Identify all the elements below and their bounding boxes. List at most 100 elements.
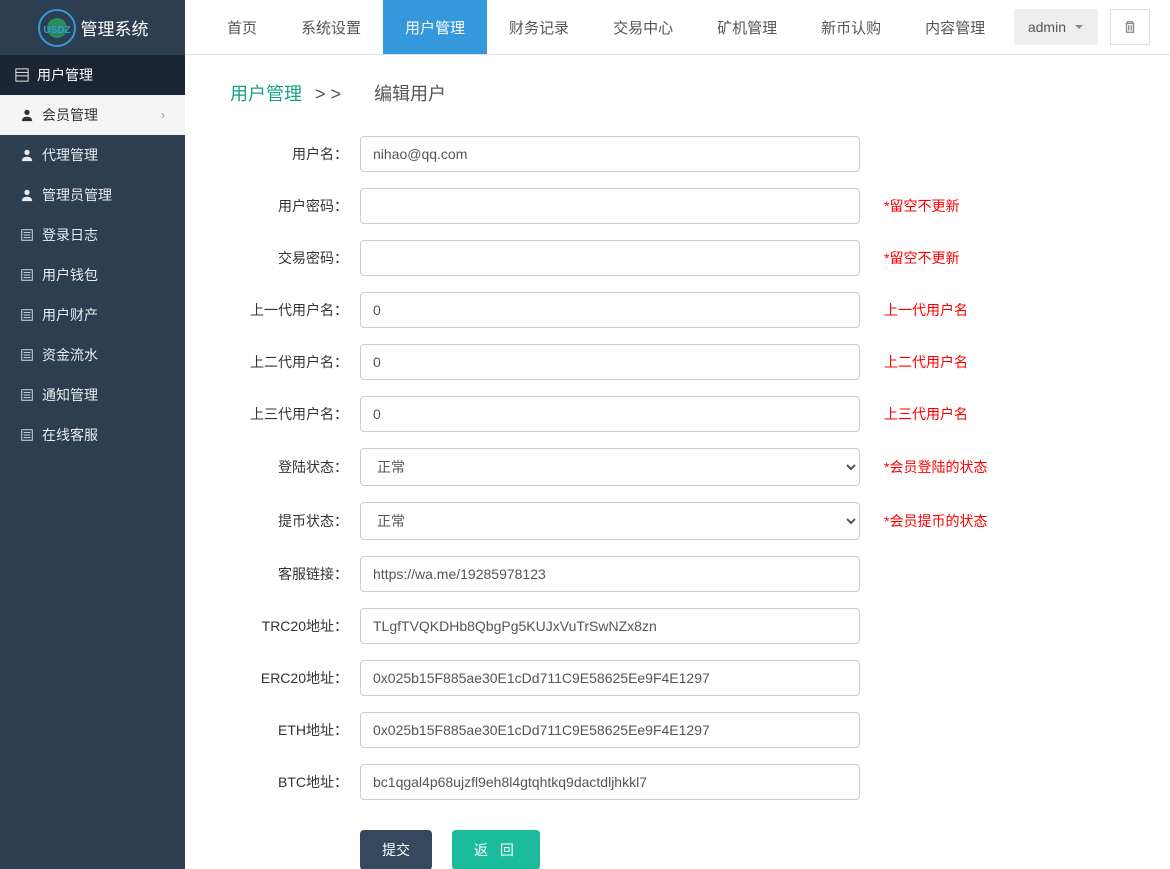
eth-input[interactable] <box>360 712 860 748</box>
edit-user-form: 用户名： 用户密码： *留空不更新 交易密码： *留空不更新 上一代用户名： 上… <box>230 136 1125 869</box>
nav-miner-manage[interactable]: 矿机管理 <box>695 0 799 54</box>
nav-label: 首页 <box>227 17 257 38</box>
list-icon <box>20 308 34 322</box>
sidebar-menu: 会员管理 › 代理管理 管理员管理 登录日志 用户钱包 用户财产 <box>0 95 185 455</box>
nav-label: 财务记录 <box>509 17 569 38</box>
password-hint: *留空不更新 <box>884 196 959 216</box>
admin-dropdown[interactable]: admin <box>1014 9 1098 45</box>
trash-icon <box>1123 20 1137 34</box>
trc20-label: TRC20地址： <box>230 616 360 636</box>
sidebar: USDZ 管理系统 用户管理 会员管理 › 代理管理 <box>0 0 185 869</box>
login-status-label: 登陆状态： <box>230 457 360 477</box>
list-icon <box>20 428 34 442</box>
trade-password-hint: *留空不更新 <box>884 248 959 268</box>
parent1-hint: 上一代用户名 <box>884 300 968 320</box>
sidebar-item-label: 用户钱包 <box>42 265 98 285</box>
menu-icon <box>15 68 29 82</box>
nav-label: 系统设置 <box>301 17 361 38</box>
list-icon <box>20 388 34 402</box>
logo-text: 管理系统 <box>81 15 149 40</box>
nav-label: 用户管理 <box>405 17 465 38</box>
logo-icon: USDZ <box>37 8 77 48</box>
trash-button[interactable] <box>1110 9 1150 45</box>
withdraw-status-select[interactable]: 正常 <box>360 502 860 540</box>
sidebar-item-user-wallet[interactable]: 用户钱包 <box>0 255 185 295</box>
breadcrumb-current: 编辑用户 <box>374 84 446 104</box>
sidebar-header: 用户管理 <box>0 55 185 95</box>
btc-label: BTC地址： <box>230 772 360 792</box>
user-icon <box>20 148 34 162</box>
sidebar-item-login-log[interactable]: 登录日志 <box>0 215 185 255</box>
sidebar-item-fund-flow[interactable]: 资金流水 <box>0 335 185 375</box>
nav-user-manage[interactable]: 用户管理 <box>383 0 487 54</box>
parent1-label: 上一代用户名： <box>230 300 360 320</box>
list-icon <box>20 348 34 362</box>
content: 用户管理 > > 编辑用户 用户名： 用户密码： *留空不更新 交易密码： <box>185 55 1170 869</box>
sidebar-item-label: 在线客服 <box>42 425 98 445</box>
nav-trade-center[interactable]: 交易中心 <box>591 0 695 54</box>
caret-down-icon <box>1074 22 1084 32</box>
list-icon <box>20 228 34 242</box>
nav-label: 矿机管理 <box>717 17 777 38</box>
sidebar-item-agent-manage[interactable]: 代理管理 <box>0 135 185 175</box>
admin-label: admin <box>1028 19 1066 35</box>
sidebar-item-member-manage[interactable]: 会员管理 › <box>0 95 185 135</box>
breadcrumb: 用户管理 > > 编辑用户 <box>230 80 1125 106</box>
breadcrumb-sep: > > <box>315 84 341 104</box>
sidebar-item-user-assets[interactable]: 用户财产 <box>0 295 185 335</box>
sidebar-item-label: 通知管理 <box>42 385 98 405</box>
sidebar-item-label: 用户财产 <box>42 305 98 325</box>
user-icon <box>20 108 34 122</box>
password-input[interactable] <box>360 188 860 224</box>
login-status-hint: *会员登陆的状态 <box>884 457 987 477</box>
password-label: 用户密码： <box>230 196 360 216</box>
trc20-input[interactable] <box>360 608 860 644</box>
nav-label: 内容管理 <box>925 17 985 38</box>
erc20-input[interactable] <box>360 660 860 696</box>
nav-finance-record[interactable]: 财务记录 <box>487 0 591 54</box>
main-area: 首页 系统设置 用户管理 财务记录 交易中心 矿机管理 新币认购 内容管理 ad… <box>185 0 1170 869</box>
parent2-hint: 上二代用户名 <box>884 352 968 372</box>
nav-items: 首页 系统设置 用户管理 财务记录 交易中心 矿机管理 新币认购 内容管理 <box>205 0 1007 54</box>
breadcrumb-link[interactable]: 用户管理 <box>230 84 302 104</box>
eth-label: ETH地址： <box>230 720 360 740</box>
withdraw-status-hint: *会员提币的状态 <box>884 511 987 531</box>
btc-input[interactable] <box>360 764 860 800</box>
service-link-label: 客服链接： <box>230 564 360 584</box>
trade-password-label: 交易密码： <box>230 248 360 268</box>
user-icon <box>20 188 34 202</box>
service-link-input[interactable] <box>360 556 860 592</box>
sidebar-header-label: 用户管理 <box>37 65 93 85</box>
back-button[interactable]: 返 回 <box>452 830 540 869</box>
chevron-right-icon: › <box>161 108 165 122</box>
username-label: 用户名： <box>230 144 360 164</box>
sidebar-item-label: 资金流水 <box>42 345 98 365</box>
nav-content-manage[interactable]: 内容管理 <box>903 0 1007 54</box>
trade-password-input[interactable] <box>360 240 860 276</box>
login-status-select[interactable]: 正常 <box>360 448 860 486</box>
erc20-label: ERC20地址： <box>230 668 360 688</box>
parent1-input[interactable] <box>360 292 860 328</box>
sidebar-item-label: 登录日志 <box>42 225 98 245</box>
parent2-input[interactable] <box>360 344 860 380</box>
nav-system-settings[interactable]: 系统设置 <box>279 0 383 54</box>
nav-home[interactable]: 首页 <box>205 0 279 54</box>
sidebar-item-label: 代理管理 <box>42 145 98 165</box>
topnav: 首页 系统设置 用户管理 财务记录 交易中心 矿机管理 新币认购 内容管理 ad… <box>185 0 1170 55</box>
parent2-label: 上二代用户名： <box>230 352 360 372</box>
sidebar-item-admin-manage[interactable]: 管理员管理 <box>0 175 185 215</box>
nav-right: admin <box>1014 9 1150 45</box>
nav-label: 新币认购 <box>821 17 881 38</box>
parent3-input[interactable] <box>360 396 860 432</box>
parent3-hint: 上三代用户名 <box>884 404 968 424</box>
nav-label: 交易中心 <box>613 17 673 38</box>
sidebar-item-online-service[interactable]: 在线客服 <box>0 415 185 455</box>
nav-new-coin[interactable]: 新币认购 <box>799 0 903 54</box>
username-input[interactable] <box>360 136 860 172</box>
withdraw-status-label: 提币状态： <box>230 511 360 531</box>
sidebar-item-notification-manage[interactable]: 通知管理 <box>0 375 185 415</box>
parent3-label: 上三代用户名： <box>230 404 360 424</box>
logo: USDZ 管理系统 <box>0 0 185 55</box>
submit-button[interactable]: 提交 <box>360 830 432 869</box>
sidebar-item-label: 管理员管理 <box>42 185 112 205</box>
